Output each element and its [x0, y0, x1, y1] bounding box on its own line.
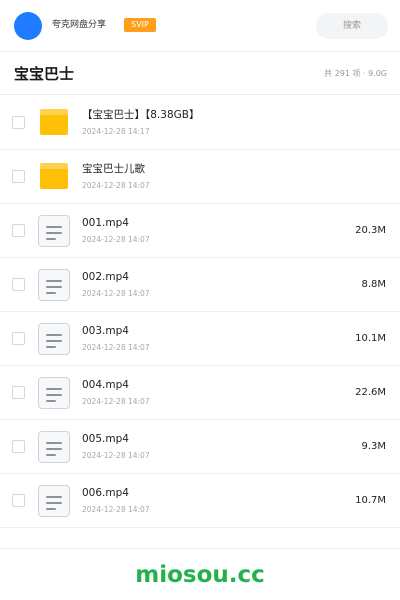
- svip-badge: SVIP: [124, 18, 156, 32]
- select-checkbox[interactable]: [12, 116, 25, 129]
- item-date: 2024-12-28 14:07: [82, 451, 150, 460]
- list-item[interactable]: 006.mp4 2024-12-28 14:07 10.7M: [0, 474, 400, 528]
- video-file-icon: [38, 377, 70, 409]
- item-name: 【宝宝巴士】【8.38GB】: [82, 109, 200, 121]
- select-checkbox[interactable]: [12, 278, 25, 291]
- item-date: 2024-12-28 14:07: [82, 181, 150, 190]
- list-item[interactable]: 005.mp4 2024-12-28 14:07 9.3M: [0, 420, 400, 474]
- video-file-icon: [38, 269, 70, 301]
- item-date: 2024-12-28 14:17: [82, 127, 150, 136]
- footer: miosou.cc: [0, 548, 400, 600]
- select-checkbox[interactable]: [12, 386, 25, 399]
- item-date: 2024-12-28 14:07: [82, 505, 150, 514]
- list-item[interactable]: 001.mp4 2024-12-28 14:07 20.3M: [0, 204, 400, 258]
- select-checkbox[interactable]: [12, 170, 25, 183]
- share-header: 夸克网盘分享 SVIP 搜索: [0, 0, 400, 52]
- list-item[interactable]: 002.mp4 2024-12-28 14:07 8.8M: [0, 258, 400, 312]
- item-date: 2024-12-28 14:07: [82, 289, 150, 298]
- select-checkbox[interactable]: [12, 332, 25, 345]
- item-name: 宝宝巴士儿歌: [82, 163, 145, 175]
- site-watermark: miosou.cc: [135, 562, 265, 588]
- item-name: 001.mp4: [82, 217, 129, 229]
- search-button[interactable]: 搜索: [316, 13, 388, 39]
- item-name: 003.mp4: [82, 325, 129, 337]
- list-item[interactable]: 【宝宝巴士】【8.38GB】 2024-12-28 14:17: [0, 96, 400, 150]
- folder-summary: 共 291 项 · 9.0G: [324, 69, 387, 78]
- list-item[interactable]: 宝宝巴士儿歌 2024-12-28 14:07: [0, 150, 400, 204]
- item-name: 005.mp4: [82, 433, 129, 445]
- share-owner-name: 夸克网盘分享: [52, 20, 107, 30]
- video-file-icon: [38, 215, 70, 247]
- item-date: 2024-12-28 14:07: [82, 343, 150, 352]
- folder-icon: [40, 163, 68, 189]
- item-date: 2024-12-28 14:07: [82, 235, 150, 244]
- video-file-icon: [38, 485, 70, 517]
- item-name: 004.mp4: [82, 379, 129, 391]
- select-checkbox[interactable]: [12, 494, 25, 507]
- select-checkbox[interactable]: [12, 224, 25, 237]
- item-size: 10.1M: [355, 333, 386, 344]
- avatar[interactable]: [14, 12, 42, 40]
- folder-titlebar: 宝宝巴士 共 291 项 · 9.0G: [0, 53, 400, 95]
- item-size: 10.7M: [355, 495, 386, 506]
- folder-icon: [40, 109, 68, 135]
- video-file-icon: [38, 431, 70, 463]
- file-list: 【宝宝巴士】【8.38GB】 2024-12-28 14:17 宝宝巴士儿歌 2…: [0, 96, 400, 528]
- item-size: 20.3M: [355, 225, 386, 236]
- item-name: 006.mp4: [82, 487, 129, 499]
- item-size: 9.3M: [361, 441, 386, 452]
- item-name: 002.mp4: [82, 271, 129, 283]
- item-size: 22.6M: [355, 387, 386, 398]
- list-item[interactable]: 003.mp4 2024-12-28 14:07 10.1M: [0, 312, 400, 366]
- item-date: 2024-12-28 14:07: [82, 397, 150, 406]
- item-size: 8.8M: [361, 279, 386, 290]
- list-item[interactable]: 004.mp4 2024-12-28 14:07 22.6M: [0, 366, 400, 420]
- page-title: 宝宝巴士: [14, 65, 75, 83]
- select-checkbox[interactable]: [12, 440, 25, 453]
- video-file-icon: [38, 323, 70, 355]
